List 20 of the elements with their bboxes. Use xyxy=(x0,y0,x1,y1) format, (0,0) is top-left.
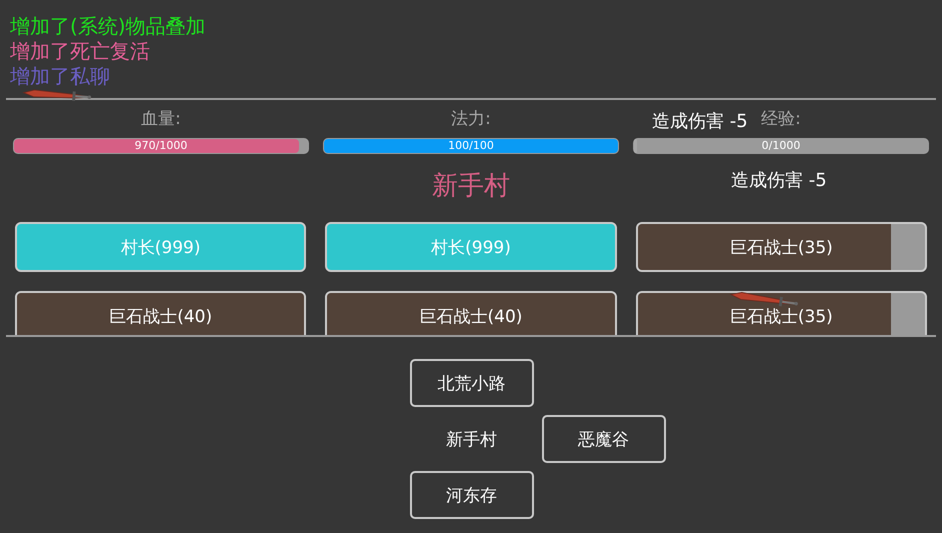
chat-message: 增加了死亡复活 xyxy=(10,39,151,64)
monster-button[interactable]: 巨石战士(35) xyxy=(636,222,927,272)
stat-label: 经验: xyxy=(761,108,801,130)
damage-text: 造成伤害 -5 xyxy=(652,110,748,133)
chat-message: 增加了私聊 xyxy=(10,64,111,89)
location-title: 新手村 xyxy=(432,170,510,203)
monster-button[interactable]: 巨石战士(40) xyxy=(15,291,306,335)
stat-label: 血量: xyxy=(141,108,181,130)
current-location-label: 新手村 xyxy=(446,428,497,450)
stat-label: 法力: xyxy=(451,108,491,130)
stat-reading: 100/100 xyxy=(447,138,495,154)
stat-reading: 970/1000 xyxy=(134,138,188,154)
monster-button[interactable]: 巨石战士(35) xyxy=(636,291,927,335)
south-exit-button[interactable]: 河东存 xyxy=(410,471,534,519)
east-exit-button[interactable]: 恶魔谷 xyxy=(542,415,666,463)
stat-reading: 0/1000 xyxy=(760,138,802,154)
monster-button[interactable]: 巨石战士(40) xyxy=(325,291,617,335)
damage-text: 造成伤害 -5 xyxy=(731,169,827,192)
chat-message: 增加了(系统)物品叠加 xyxy=(10,14,207,39)
north-exit-button[interactable]: 北荒小路 xyxy=(410,359,534,407)
